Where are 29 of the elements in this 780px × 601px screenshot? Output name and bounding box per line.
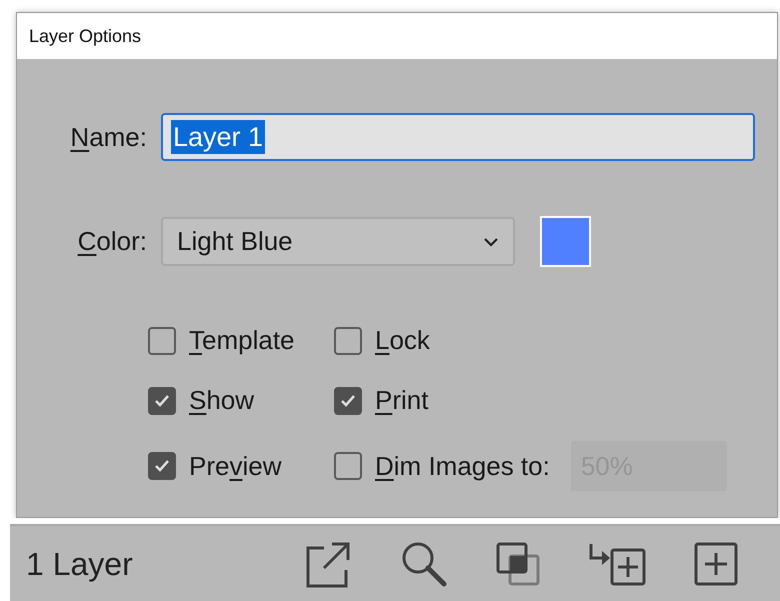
color-swatch[interactable] <box>540 216 591 267</box>
new-layer-icon[interactable] <box>694 542 738 586</box>
field-value: Layer 1 <box>171 120 266 154</box>
checked-checkbox[interactable] <box>148 452 176 480</box>
checkbox[interactable] <box>148 326 176 354</box>
checkbox-label: Print <box>375 384 428 417</box>
checkbox[interactable] <box>334 326 362 354</box>
search-icon[interactable] <box>400 540 448 588</box>
checkmark-icon <box>154 459 170 473</box>
checkbox[interactable] <box>334 452 362 480</box>
checkmark-icon <box>340 394 356 408</box>
field-label: Name: <box>69 120 147 154</box>
field-label: Color: <box>76 225 147 258</box>
chevron-down-icon <box>483 236 499 246</box>
layer-count: 1 Layer <box>26 544 134 584</box>
checked-checkbox[interactable] <box>334 386 362 414</box>
overlapping-squares-icon[interactable] <box>496 542 540 586</box>
checkbox-label: Dim Images to: <box>375 450 550 482</box>
color-dropdown[interactable]: Light Blue <box>161 217 515 266</box>
window-title: Layer Options <box>29 24 142 48</box>
checked-checkbox[interactable] <box>148 386 176 414</box>
checkbox-label: Show <box>189 384 254 417</box>
checkmark-icon <box>154 394 170 408</box>
checkbox-label: Lock <box>375 324 430 357</box>
export-icon[interactable] <box>304 540 352 588</box>
checkbox-label: Template <box>189 324 294 357</box>
arrow-into-plus-icon[interactable] <box>588 542 646 586</box>
checkbox-label: Preview <box>189 450 282 482</box>
name-field[interactable]: Layer 1 <box>161 113 755 161</box>
